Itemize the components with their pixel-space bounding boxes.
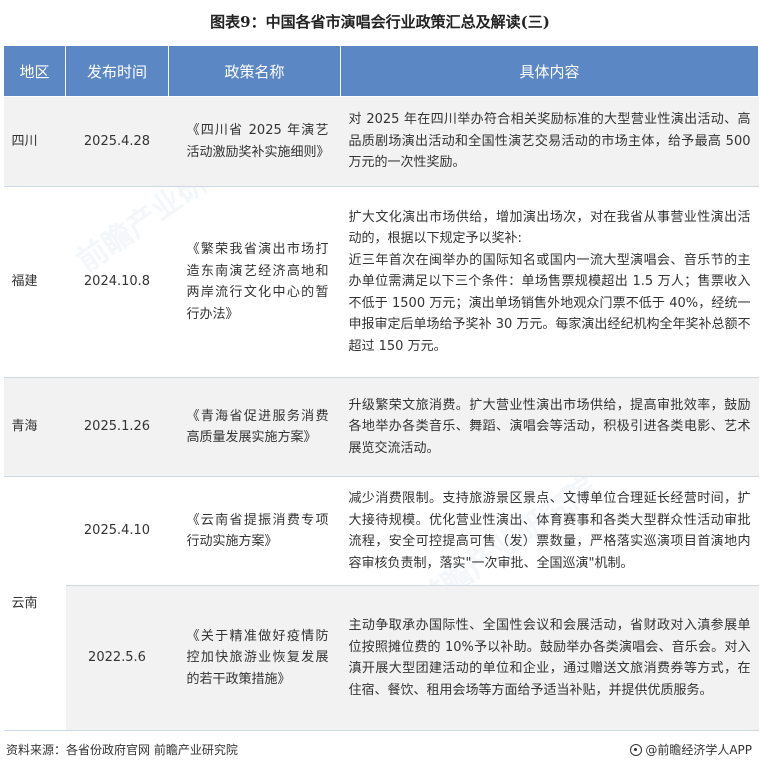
brand-credit: @前瞻经济学人APP [630,741,752,758]
content-cell: 对 2025 年在四川举办符合相关奖励标准的大型营业性演出活动、高品质剧场演出活… [340,96,759,187]
table-row: 2022.5.6 《关于精准做好疫情防控加快旅游业恢复发展的若干政策措施》 主动… [4,585,759,731]
source-note: 资料来源：各省份政府官网 前瞻产业研究院 [6,743,238,757]
date-cell: 2025.1.26 [65,377,169,477]
table-row: 福建 2024.10.8 《繁荣我省演出市场打造东南演艺经济高地和两岸流行文化中… [3,186,759,378]
policy-name-cell: 《云南省提振消费专项行动实施方案》 [168,476,341,586]
content-text: 近三年首次在闽举办的国际知名或国内一流大型演唱会、音乐节的主办单位需满足以下三个… [348,252,751,354]
content-cell: 升级繁荣文旅消费。扩大营业性演出市场供给，提高审批效率，鼓励各地举办各类音乐、舞… [340,377,759,477]
region-cell: 云南 [3,476,66,731]
date-cell: 2025.4.10 [65,476,169,586]
date-cell: 2025.4.28 [65,96,169,187]
brand-text: @前瞻经济学人APP [645,743,752,757]
policy-name-cell: 《繁荣我省演出市场打造东南演艺经济高地和两岸流行文化中心的暂行办法》 [168,186,341,378]
table-header-row: 地区 发布时间 政策名称 具体内容 [3,45,759,97]
table-row: 青海 2025.1.26 《青海省促进服务消费高质量发展实施方案》 升级繁荣文旅… [3,377,759,477]
policy-name-cell: 《四川省 2025 年演艺活动激励奖补实施细则》 [168,96,341,187]
region-cell: 福建 [3,186,66,378]
table-row: 云南 2025.4.10 《云南省提振消费专项行动实施方案》 减少消费限制。支持… [3,476,759,731]
header-content: 具体内容 [340,45,759,97]
policy-name-cell: 《青海省促进服务消费高质量发展实施方案》 [168,377,341,477]
content-cell: 主动争取承办国际性、全国性会议和会展活动，省财政对入滇参展单位按照摊位费的 10… [340,585,759,731]
content-text: 减少消费限制。支持旅游景区景点、文博单位合理延长经营时间，扩大接待规模。优化营业… [348,491,751,571]
date-cell: 2022.5.6 [65,585,169,731]
content-text: 扩大文化演出市场供给，增加演出场次，对在我省从事营业性演出活动的，根据以下规定予… [348,209,751,247]
content-cell: 减少消费限制。支持旅游景区景点、文博单位合理延长经营时间，扩大接待规模。优化营业… [340,476,759,586]
content-text: 对 2025 年在四川举办符合相关奖励标准的大型营业性演出活动、高品质剧场演出活… [348,112,751,171]
content-text: 主动争取承办国际性、全国性会议和会展活动，省财政对入滇参展单位按照摊位费的 10… [348,618,751,698]
region-cell: 青海 [3,377,66,477]
policy-table: 地区 发布时间 政策名称 具体内容 四川 2025.4.28 《四川省 2025… [3,45,759,731]
content-cell: 扩大文化演出市场供给，增加演出场次，对在我省从事营业性演出活动的，根据以下规定予… [340,186,759,378]
header-date: 发布时间 [65,45,169,97]
table-row: 四川 2025.4.28 《四川省 2025 年演艺活动激励奖补实施细则》 对 … [3,96,759,187]
brand-logo-icon [630,743,643,756]
date-cell: 2024.10.8 [65,186,169,378]
content-text: 升级繁荣文旅消费。扩大营业性演出市场供给，提高审批效率，鼓励各地举办各类音乐、舞… [348,397,751,456]
chart-title: 图表9：中国各省市演唱会行业政策汇总及解读(三) [210,12,550,31]
header-region: 地区 [3,45,66,97]
policy-name-cell: 《关于精准做好疫情防控加快旅游业恢复发展的若干政策措施》 [168,585,341,731]
region-cell: 四川 [3,96,66,187]
header-policy-name: 政策名称 [168,45,341,97]
